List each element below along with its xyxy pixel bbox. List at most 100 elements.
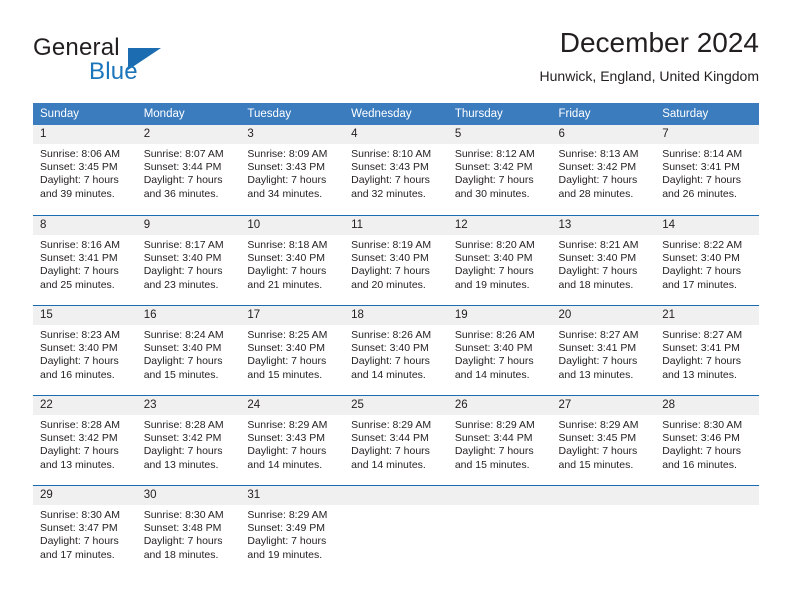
day-cell-inner[interactable]: 17 Sunrise: 8:25 AM Sunset: 3:40 PM Dayligh… bbox=[240, 305, 345, 395]
day-cell-inner[interactable]: 25 Sunrise: 8:29 AM Sunset: 3:44 PM Dayligh… bbox=[344, 395, 448, 485]
day-info: Sunrise: 8:29 AM Sunset: 3:44 PM Daylight:… bbox=[448, 415, 552, 472]
day-cell-inner[interactable]: 3 Sunrise: 8:09 AM Sunset: 3:43 PM Daylight… bbox=[240, 125, 345, 215]
day-cell-inner[interactable]: 27 Sunrise: 8:29 AM Sunset: 3:45 PM Dayligh… bbox=[551, 395, 656, 485]
day-cell-inner[interactable]: 11 Sunrise: 8:19 AM Sunset: 3:40 PM Dayligh… bbox=[344, 215, 448, 305]
sunset-text: Sunset: 3:45 PM bbox=[558, 432, 637, 445]
daylight-text-line2: and 14 minutes. bbox=[351, 368, 426, 381]
sunrise-text: Sunrise: 8:26 AM bbox=[351, 329, 432, 341]
day-cell-inner[interactable] bbox=[551, 485, 656, 575]
day-number: 15 bbox=[33, 306, 137, 325]
calendar-header-row: Sunday Monday Tuesday Wednesday Thursday… bbox=[33, 103, 759, 125]
day-info: Sunrise: 8:14 AM Sunset: 3:41 PM Daylight:… bbox=[655, 144, 759, 201]
day-info: Sunrise: 8:20 AM Sunset: 3:40 PM Daylight:… bbox=[448, 235, 552, 292]
day-number: 22 bbox=[33, 396, 137, 415]
day-number: 4 bbox=[344, 125, 448, 144]
daylight-text-line1: Daylight: 7 hours bbox=[558, 265, 638, 278]
daylight-text-line1: Daylight: 7 hours bbox=[247, 265, 327, 278]
sunrise-text: Sunrise: 8:10 AM bbox=[351, 148, 432, 160]
day-cell-inner[interactable]: 24 Sunrise: 8:29 AM Sunset: 3:43 PM Dayligh… bbox=[240, 395, 345, 485]
day-cell-inner[interactable]: 14 Sunrise: 8:22 AM Sunset: 3:40 PM Dayligh… bbox=[655, 215, 759, 305]
day-cell-inner[interactable]: 22 Sunrise: 8:28 AM Sunset: 3:42 PM Dayligh… bbox=[33, 395, 137, 485]
day-cell-inner[interactable]: 26 Sunrise: 8:29 AM Sunset: 3:44 PM Dayligh… bbox=[447, 395, 552, 485]
daylight-text-line1: Daylight: 7 hours bbox=[40, 445, 119, 458]
day-cell-inner[interactable]: 8 Sunrise: 8:16 AM Sunset: 3:41 PM Daylight… bbox=[33, 215, 137, 305]
day-cell-inner[interactable]: 9 Sunrise: 8:17 AM Sunset: 3:40 PM Daylight… bbox=[136, 215, 241, 305]
sunrise-text: Sunrise: 8:09 AM bbox=[247, 148, 328, 160]
sunset-text: Sunset: 3:45 PM bbox=[40, 161, 118, 174]
sunset-text: Sunset: 3:41 PM bbox=[558, 342, 637, 355]
sunset-text: Sunset: 3:40 PM bbox=[143, 342, 222, 355]
day-cell-inner[interactable] bbox=[447, 485, 552, 575]
day-cell-inner[interactable]: 2 Sunrise: 8:07 AM Sunset: 3:44 PM Daylight… bbox=[136, 125, 241, 215]
day-number: 2 bbox=[136, 125, 241, 144]
day-cell-inner[interactable]: 5 Sunrise: 8:12 AM Sunset: 3:42 PM Daylight… bbox=[447, 125, 552, 215]
weekday-header-wednesday: Wednesday bbox=[344, 103, 448, 125]
sunset-text: Sunset: 3:44 PM bbox=[454, 432, 533, 445]
day-cell-inner[interactable]: 18 Sunrise: 8:26 AM Sunset: 3:40 PM Dayligh… bbox=[344, 305, 448, 395]
title-block: December 2024 Hunwick, England, United K… bbox=[540, 26, 759, 86]
day-number: 14 bbox=[655, 216, 759, 235]
sunrise-text: Sunrise: 8:22 AM bbox=[662, 239, 743, 251]
day-info: Sunrise: 8:12 AM Sunset: 3:42 PM Daylight:… bbox=[448, 144, 552, 201]
daylight-text-line2: and 25 minutes. bbox=[40, 278, 115, 291]
day-info: Sunrise: 8:16 AM Sunset: 3:41 PM Daylight:… bbox=[33, 235, 137, 292]
day-info: Sunrise: 8:30 AM Sunset: 3:47 PM Daylight:… bbox=[33, 505, 137, 562]
day-cell-inner[interactable]: 21 Sunrise: 8:27 AM Sunset: 3:41 PM Dayligh… bbox=[655, 305, 759, 395]
day-cell-inner[interactable]: 28 Sunrise: 8:30 AM Sunset: 3:46 PM Dayligh… bbox=[655, 395, 759, 485]
sunrise-text: Sunrise: 8:17 AM bbox=[143, 239, 224, 251]
day-number: 17 bbox=[240, 306, 345, 325]
sunrise-text: Sunrise: 8:24 AM bbox=[143, 329, 224, 341]
day-cell-inner[interactable]: 10 Sunrise: 8:18 AM Sunset: 3:40 PM Dayligh… bbox=[240, 215, 345, 305]
day-cell-inner[interactable]: 29 Sunrise: 8:30 AM Sunset: 3:47 PM Dayligh… bbox=[33, 485, 137, 575]
sunset-text: Sunset: 3:43 PM bbox=[247, 432, 326, 445]
day-cell-inner[interactable]: 6 Sunrise: 8:13 AM Sunset: 3:42 PM Daylight… bbox=[551, 125, 656, 215]
day-cell-inner[interactable]: 4 Sunrise: 8:10 AM Sunset: 3:43 PM Daylight… bbox=[344, 125, 448, 215]
sunset-text: Sunset: 3:40 PM bbox=[143, 252, 222, 265]
day-cell-inner[interactable] bbox=[344, 485, 448, 575]
day-info: Sunrise: 8:28 AM Sunset: 3:42 PM Daylight:… bbox=[137, 415, 241, 472]
day-cell: 20 Sunrise: 8:27 AM Sunset: 3:41 PM Dayligh… bbox=[551, 305, 656, 395]
daylight-text-line2: and 21 minutes. bbox=[247, 278, 323, 291]
daylight-text-line1: Daylight: 7 hours bbox=[143, 535, 223, 548]
sunrise-text: Sunrise: 8:12 AM bbox=[454, 148, 535, 160]
day-cell-inner[interactable]: 7 Sunrise: 8:14 AM Sunset: 3:41 PM Daylight… bbox=[655, 125, 759, 215]
day-cell-inner[interactable]: 1 Sunrise: 8:06 AM Sunset: 3:45 PM Daylight… bbox=[33, 125, 137, 215]
daylight-text-line2: and 13 minutes. bbox=[143, 458, 219, 471]
day-cell-inner[interactable]: 19 Sunrise: 8:26 AM Sunset: 3:40 PM Dayligh… bbox=[447, 305, 552, 395]
day-cell-inner[interactable]: 31 Sunrise: 8:29 AM Sunset: 3:49 PM Dayligh… bbox=[240, 485, 345, 575]
day-cell: 4 Sunrise: 8:10 AM Sunset: 3:43 PM Daylight… bbox=[344, 125, 448, 215]
day-cell-inner[interactable] bbox=[655, 485, 759, 575]
brand-logo[interactable]: General Blue bbox=[33, 34, 253, 90]
day-cell: 13 Sunrise: 8:21 AM Sunset: 3:40 PM Dayligh… bbox=[551, 215, 656, 305]
daylight-text-line2: and 14 minutes. bbox=[351, 458, 426, 471]
daylight-text-line1: Daylight: 7 hours bbox=[351, 355, 430, 368]
sunrise-text: Sunrise: 8:13 AM bbox=[558, 148, 639, 160]
day-cell-inner[interactable]: 30 Sunrise: 8:30 AM Sunset: 3:48 PM Dayligh… bbox=[136, 485, 241, 575]
day-number: 13 bbox=[551, 216, 656, 235]
day-cell-inner[interactable]: 23 Sunrise: 8:28 AM Sunset: 3:42 PM Dayligh… bbox=[136, 395, 241, 485]
sunrise-text: Sunrise: 8:29 AM bbox=[454, 419, 535, 431]
daylight-text-line1: Daylight: 7 hours bbox=[40, 355, 119, 368]
day-cell: 27 Sunrise: 8:29 AM Sunset: 3:45 PM Dayligh… bbox=[551, 395, 656, 485]
day-cell-inner[interactable]: 15 Sunrise: 8:23 AM Sunset: 3:40 PM Dayligh… bbox=[33, 305, 137, 395]
daylight-text-line1: Daylight: 7 hours bbox=[454, 355, 534, 368]
day-cell-inner[interactable]: 16 Sunrise: 8:24 AM Sunset: 3:40 PM Dayligh… bbox=[136, 305, 241, 395]
daylight-text-line2: and 19 minutes. bbox=[454, 278, 530, 291]
day-cell: 15 Sunrise: 8:23 AM Sunset: 3:40 PM Dayligh… bbox=[33, 305, 137, 395]
sunrise-text: Sunrise: 8:28 AM bbox=[40, 419, 120, 431]
calendar-week-row: 29 Sunrise: 8:30 AM Sunset: 3:47 PM Dayligh… bbox=[33, 485, 759, 575]
daylight-text-line1: Daylight: 7 hours bbox=[351, 265, 430, 278]
day-number: 25 bbox=[344, 396, 448, 415]
day-cell-inner[interactable]: 13 Sunrise: 8:21 AM Sunset: 3:40 PM Dayligh… bbox=[551, 215, 656, 305]
day-info: Sunrise: 8:29 AM Sunset: 3:43 PM Daylight:… bbox=[240, 415, 344, 472]
day-cell: 19 Sunrise: 8:26 AM Sunset: 3:40 PM Dayligh… bbox=[447, 305, 552, 395]
day-info: Sunrise: 8:30 AM Sunset: 3:48 PM Daylight:… bbox=[137, 505, 241, 562]
page-subtitle: Hunwick, England, United Kingdom bbox=[539, 68, 759, 84]
daylight-text-line2: and 15 minutes. bbox=[247, 368, 323, 381]
day-number: 28 bbox=[655, 396, 759, 415]
sunrise-text: Sunrise: 8:27 AM bbox=[662, 329, 743, 341]
day-cell-inner[interactable]: 12 Sunrise: 8:20 AM Sunset: 3:40 PM Dayligh… bbox=[447, 215, 552, 305]
sunrise-text: Sunrise: 8:28 AM bbox=[143, 419, 224, 431]
day-cell-inner[interactable]: 20 Sunrise: 8:27 AM Sunset: 3:41 PM Dayligh… bbox=[551, 305, 656, 395]
sunset-text: Sunset: 3:40 PM bbox=[247, 252, 326, 265]
